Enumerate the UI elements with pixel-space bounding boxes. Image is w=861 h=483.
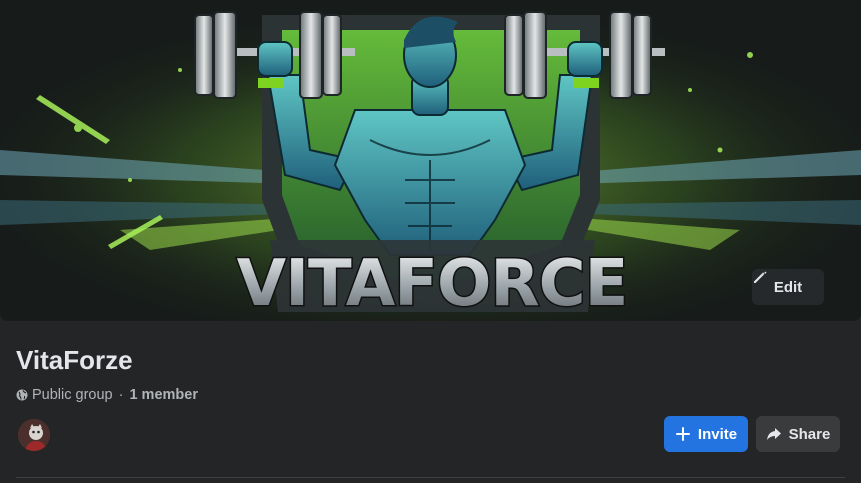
- meta-separator: ·: [118, 387, 124, 403]
- group-title[interactable]: VitaForze: [16, 345, 133, 376]
- section-divider: [16, 477, 845, 478]
- cover-artwork: VITAFORCE: [0, 0, 861, 321]
- privacy-label[interactable]: Public group: [32, 387, 113, 403]
- share-button[interactable]: Share: [756, 416, 840, 452]
- avatar-image: [18, 419, 50, 451]
- invite-button[interactable]: Invite: [664, 416, 748, 452]
- pencil-icon: [754, 271, 767, 283]
- plus-icon: [675, 427, 690, 441]
- edit-label: Edit: [773, 278, 803, 296]
- edit-cover-button[interactable]: Edit: [752, 269, 824, 305]
- share-arrow-icon: [766, 428, 781, 440]
- member-avatar[interactable]: [16, 417, 52, 453]
- group-meta: Public group · 1 member: [16, 387, 198, 403]
- cover-brand-text: VITAFORCE: [237, 247, 628, 321]
- share-label: Share: [788, 425, 831, 443]
- cover-photo: VITAFORCE Edit: [0, 0, 861, 321]
- member-count[interactable]: 1 member: [129, 387, 198, 403]
- invite-label: Invite: [697, 425, 738, 443]
- group-page: VITAFORCE Edit VitaForze Public group · …: [0, 0, 861, 483]
- globe-icon: [16, 389, 28, 401]
